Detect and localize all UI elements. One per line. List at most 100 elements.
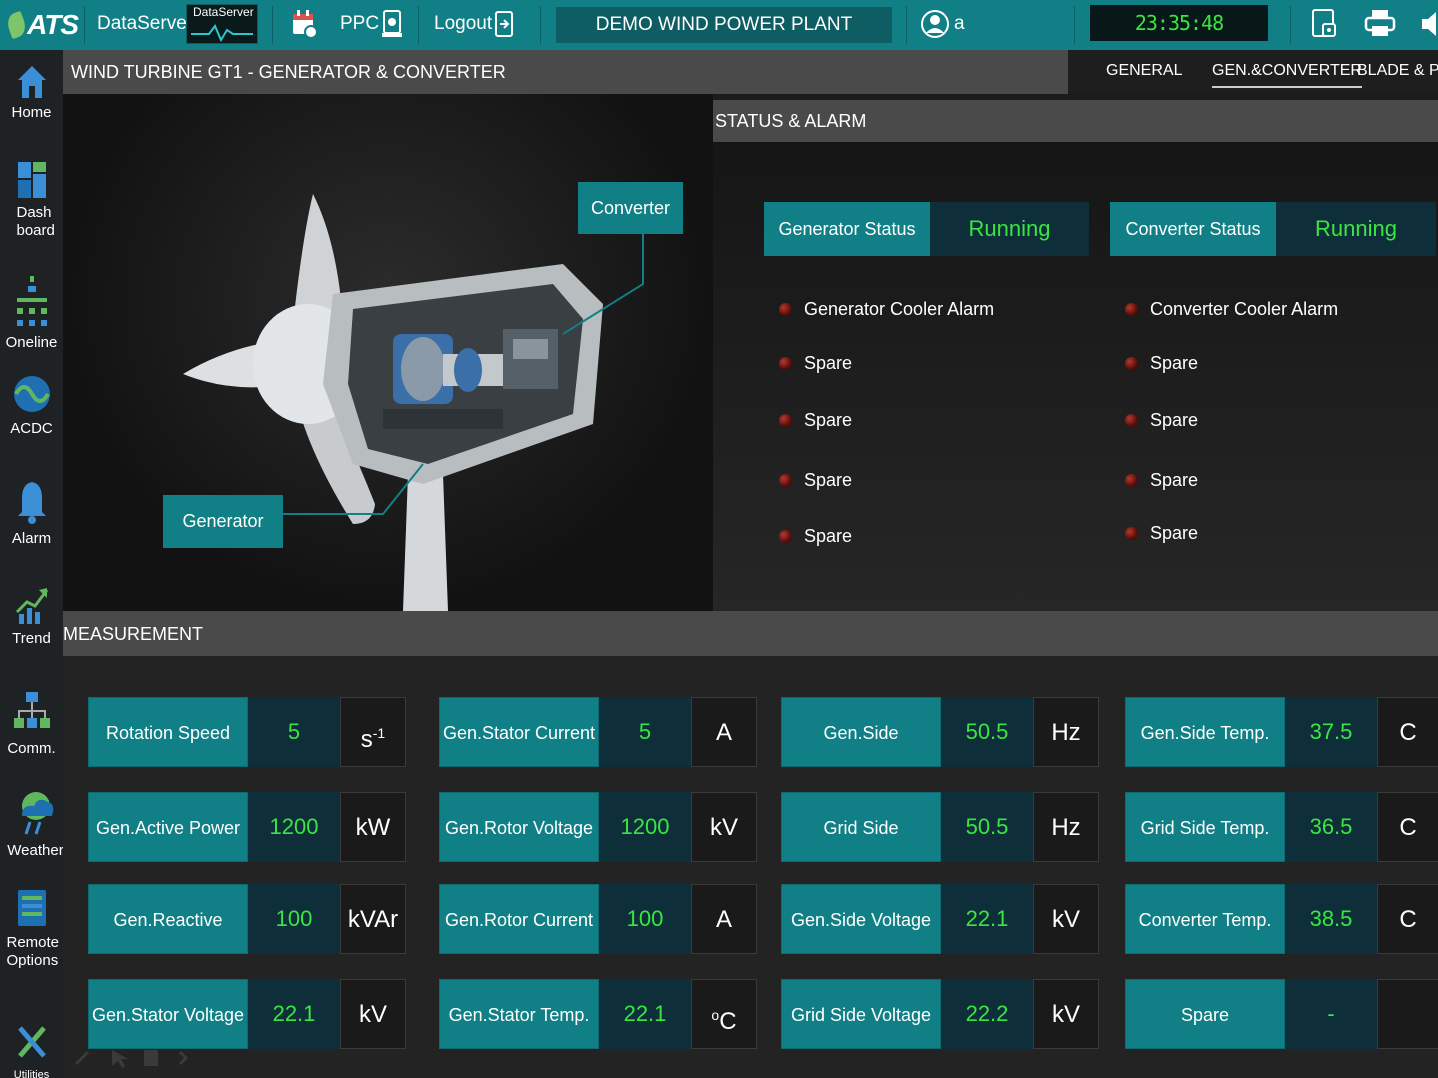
- measurement-unit: A: [691, 884, 757, 954]
- tab-general[interactable]: GENERAL: [1106, 62, 1182, 80]
- divider: [906, 6, 907, 44]
- measurement-value: 37.5: [1285, 697, 1377, 767]
- generator-status-value: Running: [930, 202, 1089, 256]
- sidebar-item-oneline[interactable]: Oneline: [0, 272, 63, 352]
- home-icon: [17, 66, 46, 98]
- generator-callout[interactable]: Generator: [163, 495, 283, 548]
- measurement-value: 100: [599, 884, 691, 954]
- chevron-right-icon: [178, 1050, 189, 1066]
- speaker-icon[interactable]: [1420, 10, 1438, 38]
- measurement-value: 5: [248, 697, 340, 767]
- sidebar-item-label: Remote Options: [6, 934, 60, 969]
- generator-status-label: Generator Status: [764, 202, 930, 256]
- page-title-bar: WIND TURBINE GT1 - GENERATOR & CONVERTER: [63, 50, 1068, 94]
- measurement-value: 1200: [248, 792, 340, 862]
- alarm-indicator-icon: [1125, 303, 1138, 316]
- measurement-value: 50.5: [941, 792, 1033, 862]
- stop-icon: [144, 1050, 158, 1066]
- measurement-value: 1200: [599, 792, 691, 862]
- alarm-indicator-icon: [779, 357, 792, 370]
- measurement-value: 22.1: [248, 979, 340, 1049]
- measurement-value: 38.5: [1285, 884, 1377, 954]
- clock-display: 23:35:48 21/06/2021: [1090, 5, 1268, 71]
- dataserver-status-box[interactable]: DataServer: [186, 4, 258, 44]
- measurement-value: 5: [599, 697, 691, 767]
- converter-alarm-item: Converter Cooler Alarm: [1125, 299, 1338, 320]
- bottom-toolbar: [74, 1050, 189, 1068]
- calendar-icon[interactable]: [290, 8, 318, 40]
- measurement-title: MEASUREMENT: [63, 624, 204, 644]
- converter-status-label: Converter Status: [1110, 202, 1276, 256]
- sidebar-item-label: Alarm: [11, 530, 52, 547]
- sidebar-item-acdc[interactable]: ACDC: [0, 372, 63, 438]
- measurement-value: 22.1: [599, 979, 691, 1049]
- alarm-indicator-icon: [779, 414, 792, 427]
- sidebar-item-comm[interactable]: Comm.: [0, 690, 63, 758]
- logout-label[interactable]: Logout: [434, 13, 492, 35]
- ats-logo[interactable]: ATS: [4, 6, 79, 44]
- measurement-unit: C: [1377, 792, 1438, 862]
- alarm-label: Converter Cooler Alarm: [1150, 299, 1339, 319]
- scada-app: ATS DataServer DataServer PPC Logout DEM…: [0, 0, 1438, 1078]
- logout-icon[interactable]: [492, 10, 516, 38]
- measurement-value: 36.5: [1285, 792, 1377, 862]
- measurement-value: -: [1285, 979, 1377, 1049]
- generator-alarm-item: Generator Cooler Alarm: [779, 299, 994, 320]
- sidebar-item-weather[interactable]: Weather: [4, 788, 67, 860]
- leaf-icon: [4, 10, 29, 40]
- measurement-label: Gen.Rotor Current: [439, 884, 599, 954]
- alarm-indicator-icon: [1125, 414, 1138, 427]
- measurement-unit: kV: [340, 979, 406, 1049]
- sidebar-item-trend[interactable]: Trend: [0, 586, 63, 648]
- user-icon[interactable]: [920, 8, 950, 40]
- sidebar-item-alarm[interactable]: Alarm: [0, 478, 63, 548]
- divider: [418, 6, 419, 44]
- measurement-label: Gen.Stator Temp.: [439, 979, 599, 1049]
- measurement-label: Gen.Rotor Voltage: [439, 792, 599, 862]
- alarm-label: Spare: [804, 410, 853, 430]
- measurement-label: Gen.Reactive Power: [88, 884, 248, 1000]
- sidebar-item-dashboard[interactable]: Dash board: [0, 160, 63, 240]
- measurement-label: Gen.Stator Voltage: [88, 979, 248, 1049]
- tab-blade-pitch[interactable]: BLADE & PITC: [1357, 62, 1438, 80]
- measurement-label: Spare: [1125, 979, 1285, 1049]
- ppc-label[interactable]: PPC: [340, 13, 379, 35]
- divider: [1290, 6, 1291, 44]
- alarm-indicator-icon: [1125, 474, 1138, 487]
- measurement-label: Gen.Active Power: [88, 792, 248, 862]
- sidebar-item-label: Home: [11, 104, 52, 121]
- divider: [84, 6, 85, 44]
- measurement-label: Gen.Side Frequency: [781, 697, 941, 813]
- measurement-value: 100: [248, 884, 340, 954]
- divider: [1074, 6, 1075, 44]
- generator-alarm-item: Spare: [779, 526, 852, 547]
- unit-exponent: -1: [372, 725, 386, 741]
- cursor-icon: [112, 1050, 128, 1068]
- alarm-label: Spare: [804, 526, 853, 546]
- sidebar-item-label: Weather: [7, 842, 64, 859]
- measurement-unit: Hz: [1033, 697, 1099, 767]
- sidebar-item-utilities[interactable]: Utilities: [0, 1022, 63, 1078]
- measurement-header: MEASUREMENT: [63, 611, 1438, 656]
- printer-icon[interactable]: [1364, 8, 1396, 40]
- ppc-icon[interactable]: [380, 9, 406, 39]
- remote-options-icon: [17, 890, 46, 926]
- converter-status-value: Running: [1276, 202, 1436, 256]
- sidebar-item-label: Comm.: [7, 740, 56, 757]
- converter-alarm-item: Spare: [1125, 410, 1198, 431]
- report-icon[interactable]: [1310, 8, 1340, 42]
- converter-callout[interactable]: Converter: [578, 182, 683, 234]
- measurement-unit: kV: [691, 792, 757, 862]
- alarm-label: Generator Cooler Alarm: [804, 299, 995, 319]
- sidebar-item-remote-options[interactable]: Remote Options: [0, 888, 63, 970]
- measurement-label: Gen.Side Temp.: [1125, 697, 1285, 767]
- tab-bar: GENERAL GEN.&CONVERTER BLADE & PITC: [1068, 50, 1438, 94]
- measurement-unit: A: [691, 697, 757, 767]
- divider: [540, 6, 541, 44]
- dataserver-label[interactable]: DataServer: [97, 13, 193, 35]
- page-title: WIND TURBINE GT1 - GENERATOR & CONVERTER: [71, 62, 506, 82]
- tab-gen-converter[interactable]: GEN.&CONVERTER: [1212, 62, 1362, 88]
- wind-turbine-nacelle-image: [183, 194, 644, 611]
- measurement-label: Rotation Speed: [88, 697, 248, 767]
- sidebar-item-home[interactable]: Home: [0, 64, 63, 122]
